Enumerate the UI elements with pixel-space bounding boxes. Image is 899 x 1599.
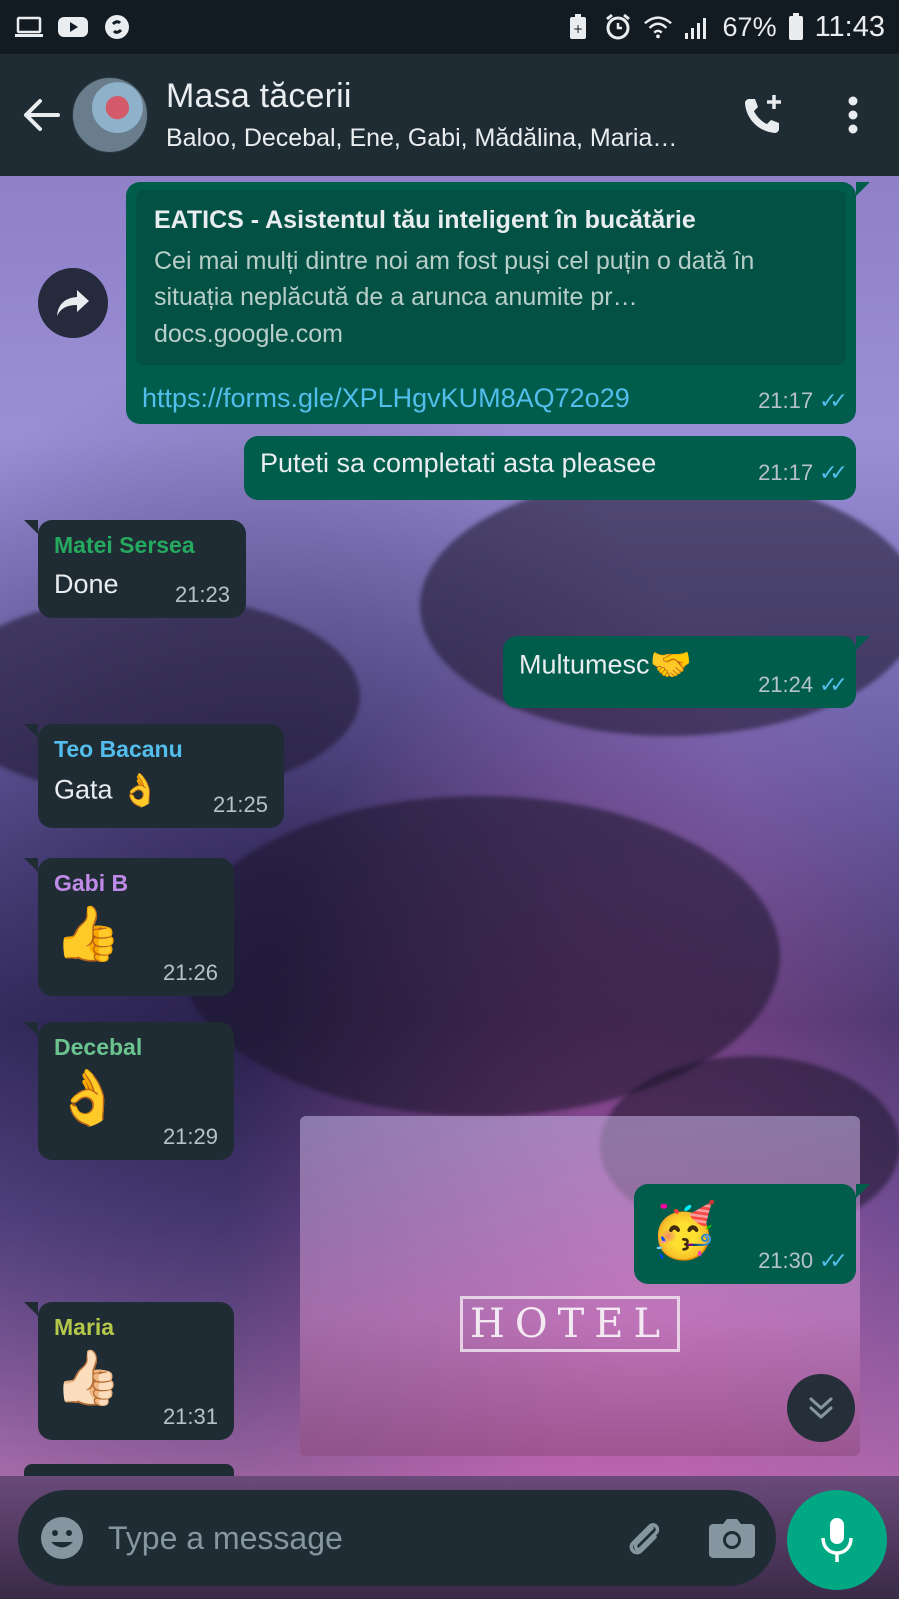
message-sender[interactable]: Teo Bacanu [54,736,268,763]
double-chevron-down-icon [809,1397,833,1419]
wallpaper-building [300,1116,860,1456]
message-meta: 21:25 [213,792,268,818]
camera-icon[interactable] [706,1512,758,1564]
message-time: 21:31 [162,1404,218,1429]
bubble-tail [24,724,38,738]
svg-text:+: + [573,22,583,36]
bubble-tail [856,1184,870,1198]
youtube-icon [58,14,88,40]
message-meta: 21:17 ✓✓ [758,460,848,486]
wifi-icon [643,14,673,40]
message-text: Done [54,569,119,599]
link-preview-description: Cei mai mulți dintre noi am fost puși ce… [154,247,755,312]
message-meta: 21:30 ✓✓ [758,1248,848,1274]
bubble-tail [856,636,870,650]
microphone-icon [821,1518,853,1562]
ok-hand-emoji: 👌 [120,770,160,809]
message-sender[interactable]: Matei Sersea [54,532,230,559]
chat-title: Masa tăcerii [166,77,352,115]
bubble-tail [24,858,38,872]
message-meta: 21:29 [163,1124,218,1150]
message-input-container[interactable]: Type a message [18,1490,776,1586]
attach-icon[interactable] [618,1512,670,1564]
message-bubble-outgoing[interactable]: 🥳 21:30 ✓✓ [634,1184,856,1284]
chat-participants: Baloo, Decebal, Ene, Gabi, Mădălina, Mar… [166,124,678,152]
composer-bar: Type a message [0,1476,899,1599]
partial-message-bubble [24,1464,234,1476]
chat-area[interactable]: HOTEL EATICS - Asistentul tău inteligent… [0,176,899,1476]
bubble-tail [24,1022,38,1036]
message-time: 21:17 [758,460,814,485]
message-meta: 21:24 ✓✓ [758,672,848,698]
kebab-menu-icon [848,96,858,134]
message-text: Puteti sa completati asta pleasee [260,448,657,478]
message-bubble-incoming[interactable]: Gabi B 👍 21:26 [38,858,234,996]
message-time: 21:26 [162,960,218,985]
message-time: 21:17 [758,388,814,413]
ok-hand-emoji: 👌 [54,1066,122,1129]
bubble-tail [24,1302,38,1316]
read-receipt-icon: ✓✓ [819,1248,848,1273]
arrow-left-icon [24,99,60,131]
phone-plus-icon [745,95,781,133]
message-bubble-outgoing[interactable]: EATICS - Asistentul tău inteligent în bu… [126,182,856,424]
link-preview-card[interactable]: EATICS - Asistentul tău inteligent în bu… [136,190,846,365]
forward-arrow-icon [57,290,89,316]
clock: 11:43 [814,10,885,43]
bubble-tail [24,520,38,534]
message-meta: 21:23 [175,582,230,608]
battery-icon [787,13,805,40]
message-meta: 21:31 [163,1404,218,1430]
message-sender[interactable]: Gabi B [54,870,218,897]
battery-saver-icon: + [563,14,593,40]
message-text: Multumesc [519,649,650,680]
add-call-button[interactable] [731,83,795,147]
message-time: 21:23 [174,582,230,607]
message-time: 21:30 [758,1248,814,1273]
forward-button[interactable] [38,268,108,338]
back-button[interactable] [12,86,70,144]
voice-message-button[interactable] [787,1490,887,1590]
message-bubble-outgoing[interactable]: Multumesc🤝 21:24 ✓✓ [503,636,856,708]
message-bubble-incoming[interactable]: Teo Bacanu Gata 👌 21:25 [38,724,284,828]
battery-percent: 67% [722,11,777,42]
message-time: 21:24 [758,672,814,697]
alarm-icon [603,13,633,40]
message-time: 21:29 [162,1124,218,1149]
message-sender[interactable]: Maria [54,1314,218,1341]
message-bubble-incoming[interactable]: Decebal 👌 21:29 [38,1022,234,1160]
thumbs-up-emoji: 👍 [54,902,122,965]
message-time: 21:25 [212,792,268,817]
link-preview-title: EATICS - Asistentul tău inteligent în bu… [154,206,696,234]
message-bubble-incoming[interactable]: Maria 👍🏻 21:31 [38,1302,234,1440]
message-text: Gata [54,774,113,805]
message-input[interactable]: Type a message [108,1520,618,1557]
chat-title-area[interactable]: Masa tăcerii Baloo, Decebal, Ene, Gabi, … [166,77,731,153]
wallpaper-hotel-sign: HOTEL [460,1296,680,1352]
message-sender[interactable]: Decebal [54,1034,218,1061]
bubble-tail [856,182,870,196]
read-receipt-icon: ✓✓ [819,388,848,413]
signal-icon [683,14,713,40]
status-bar: + 67% 11:43 [0,0,899,54]
message-bubble-outgoing[interactable]: Puteti sa completati asta pleasee 21:17 … [244,436,856,500]
scroll-to-bottom-button[interactable] [787,1374,855,1442]
message-bubble-incoming[interactable]: Matei Sersea Done 21:23 [38,520,246,618]
thumbs-up-emoji: 👍🏻 [54,1346,122,1409]
group-avatar[interactable] [72,77,148,153]
read-receipt-icon: ✓✓ [819,460,848,485]
message-meta: 21:17 ✓✓ [758,388,848,414]
read-receipt-icon: ✓✓ [819,672,848,697]
handshake-emoji: 🤝 [649,645,692,685]
chat-header: Masa tăcerii Baloo, Decebal, Ene, Gabi, … [0,54,899,176]
shazam-icon [102,14,132,40]
emoji-icon[interactable] [36,1512,88,1564]
laptop-icon [14,14,44,40]
message-link[interactable]: https://forms.gle/XPLHgvKUM8AQ72o29 [142,383,846,414]
link-preview-domain: docs.google.com [154,319,344,348]
more-options-button[interactable] [821,83,885,147]
message-meta: 21:26 [163,960,218,986]
